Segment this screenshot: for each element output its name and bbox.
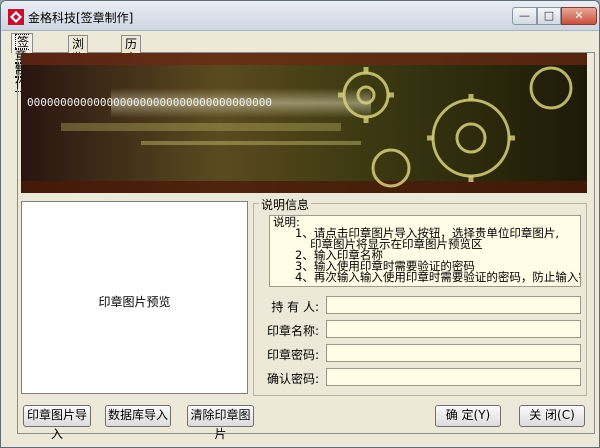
minimize-button[interactable]: — — [512, 7, 537, 25]
info-groupbox-legend: 说明信息 — [259, 196, 312, 213]
window-title: 金格科技[签章制作] — [28, 11, 134, 25]
clear-seal-image-button[interactable]: 清除印章图片 — [187, 405, 254, 441]
tab-history[interactable]: 历史信息 — [121, 35, 142, 93]
close-button[interactable]: 关 闭(C) — [519, 405, 585, 427]
seal-name-label: 印章名称: — [266, 324, 319, 338]
import-seal-image-button[interactable]: 印章图片导入 — [23, 405, 91, 441]
header-banner-image: 0000000000000000000000000000000000000 — [21, 53, 587, 193]
database-import-button[interactable]: 数据库导入 — [105, 405, 171, 427]
seal-name-input[interactable] — [326, 320, 581, 338]
note-line: 4、再次输入输入使用印章时需要验证的密码，防止输入错误 — [295, 270, 581, 284]
app-logo-icon — [8, 9, 24, 25]
seal-preview-area: 印章图片预览 — [21, 201, 248, 394]
main-window: 金格科技[签章制作] — □ ✕ 签章制作 浏览签章 历史信息 — [0, 0, 600, 448]
seal-password-label: 印章密码: — [266, 348, 319, 362]
maximize-button[interactable]: □ — [537, 7, 561, 25]
seal-preview-label: 印章图片预览 — [98, 295, 171, 309]
holder-input[interactable] — [326, 296, 581, 314]
close-window-button[interactable]: ✕ — [561, 7, 597, 25]
banner-zeros-text: 0000000000000000000000000000000000000 — [27, 96, 272, 109]
seal-password-input[interactable] — [326, 344, 581, 362]
tab-seal-make[interactable]: 签章制作 — [11, 33, 34, 92]
confirm-password-input[interactable] — [326, 368, 581, 386]
confirm-password-label: 确认密码: — [266, 372, 319, 386]
tab-browse-seal[interactable]: 浏览签章 — [68, 35, 89, 93]
instruction-note: 说明: 1、请点击印章图片导入按钮，选择贵单位印章图片, 印章图片将显示在印章图… — [269, 215, 581, 287]
ok-button[interactable]: 确 定(Y) — [435, 405, 501, 427]
title-bar[interactable]: 金格科技[签章制作] — □ ✕ — [1, 1, 599, 31]
holder-label: 持 有 人: — [271, 300, 319, 314]
